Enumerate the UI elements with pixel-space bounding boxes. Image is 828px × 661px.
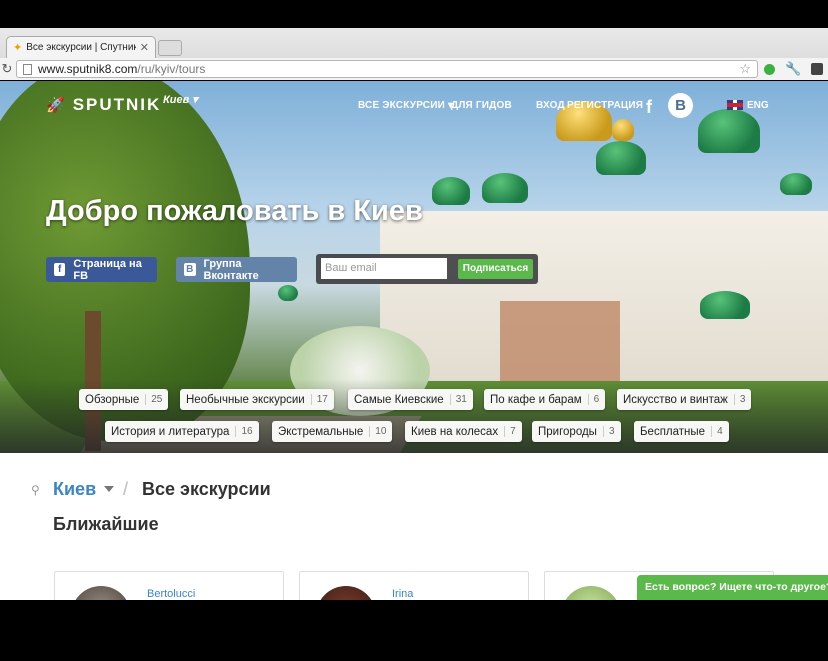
- new-tab-button[interactable]: [158, 40, 182, 56]
- vkontakte-icon: B: [184, 263, 196, 276]
- url-path: /ru/kyiv/tours: [137, 62, 206, 76]
- nav-login[interactable]: ВХОД: [536, 100, 565, 111]
- reload-icon[interactable]: ↻: [0, 61, 14, 77]
- category-label: Необычные экскурсии: [186, 393, 305, 406]
- vkontakte-icon[interactable]: B: [668, 93, 693, 118]
- category-label: Экстремальные: [278, 425, 364, 438]
- extension-green-icon[interactable]: [764, 63, 775, 75]
- rocket-icon: 🚀: [46, 97, 67, 114]
- breadcrumb-city[interactable]: Киев: [53, 479, 96, 500]
- green-dome: [700, 291, 750, 319]
- nav-for-guides[interactable]: ДЛЯ ГИДОВ: [451, 100, 512, 111]
- chevron-down-icon[interactable]: [104, 486, 114, 492]
- category-label: Бесплатные: [640, 425, 706, 438]
- tour-card[interactable]: Irina: [299, 571, 529, 600]
- green-dome: [482, 173, 528, 203]
- category-chip[interactable]: Бесплатные 4: [634, 421, 729, 442]
- hero-title: Добро пожаловать в Киев: [46, 195, 423, 227]
- guide-name[interactable]: Bertolucci: [147, 588, 195, 600]
- category-count: 4: [711, 426, 723, 437]
- page-icon: [23, 63, 32, 75]
- green-dome: [698, 109, 760, 153]
- nav-register[interactable]: РЕГИСТРАЦИЯ: [567, 100, 643, 111]
- guide-name[interactable]: Irina: [392, 588, 413, 600]
- browser-chrome: ✦ Все экскурсии | Спутник ✕ ↻ www.sputni…: [0, 28, 828, 80]
- wrench-icon[interactable]: 🔧: [785, 61, 801, 77]
- category-chip[interactable]: Искусство и винтаж 3: [617, 389, 752, 410]
- category-chip[interactable]: Самые Киевские 31: [348, 389, 473, 410]
- category-chip[interactable]: История и литература 16: [105, 421, 259, 442]
- category-count: 6: [587, 394, 599, 405]
- category-chip[interactable]: Обзорные 25: [79, 389, 169, 410]
- browser-toolbar: ↻ www.sputnik8.com /ru/kyiv/tours ☆ 🔧: [0, 58, 828, 80]
- category-label: История и литература: [111, 425, 230, 438]
- vkontakte-group-label: Группа Вконтакте: [203, 257, 259, 282]
- category-chip[interactable]: Экстремальные 10: [272, 421, 393, 442]
- category-count: 3: [733, 394, 745, 405]
- section-title: Ближайшие: [53, 514, 159, 534]
- category-label: Киев на колесах: [411, 425, 499, 438]
- gold-dome: [612, 119, 634, 141]
- sputnik-favicon-icon: ✦: [13, 42, 23, 54]
- url-host: www.sputnik8.com: [38, 62, 138, 76]
- address-bar[interactable]: www.sputnik8.com /ru/kyiv/tours ☆: [16, 60, 758, 78]
- category-label: Самые Киевские: [354, 393, 444, 406]
- city-selector[interactable]: Киев ▾: [163, 93, 198, 106]
- category-count: 31: [449, 394, 467, 405]
- category-count: 25: [145, 394, 162, 405]
- hero-banner: 🚀 SPUTNIK Киев ▾ ВСЕ ЭКСКУРСИИ ▾ ДЛЯ ГИД…: [0, 81, 828, 453]
- avatar: [316, 586, 376, 600]
- category-label: По кафе и барам: [490, 393, 582, 406]
- help-chat-tab[interactable]: Есть вопрос? Ищете что-то другое?: [637, 575, 828, 600]
- nav-all-tours[interactable]: ВСЕ ЭКСКУРСИИ ▾: [358, 100, 453, 111]
- language-switch[interactable]: ENG: [747, 100, 769, 111]
- close-tab-icon[interactable]: ✕: [140, 41, 149, 54]
- facebook-page-button[interactable]: f Страница на FB: [46, 257, 157, 282]
- facebook-icon[interactable]: f: [646, 97, 652, 118]
- category-label: Искусство и винтаж: [623, 393, 728, 406]
- subscribe-form: Ваш email Подписаться: [316, 254, 538, 284]
- category-label: Пригороды: [538, 425, 597, 438]
- category-count: 3: [602, 426, 615, 437]
- category-count: 16: [235, 426, 253, 437]
- green-dome: [278, 285, 298, 301]
- facebook-page-label: Страница на FB: [73, 257, 142, 282]
- avatar: [71, 586, 131, 600]
- category-count: 7: [504, 426, 516, 437]
- tab-title: Все экскурсии | Спутник: [26, 42, 136, 53]
- bookmark-star-icon[interactable]: ☆: [739, 61, 751, 77]
- extension-icons: 🔧: [764, 61, 824, 77]
- breadcrumb-separator: /: [123, 479, 129, 499]
- category-chip[interactable]: Пригороды 3: [532, 421, 621, 442]
- avatar: [561, 586, 621, 600]
- category-chip[interactable]: Необычные экскурсии 17: [180, 389, 334, 410]
- subscribe-button[interactable]: Подписаться: [458, 259, 533, 279]
- category-count: 17: [310, 394, 328, 405]
- green-dome: [780, 173, 812, 195]
- location-pin-icon: ⚲: [31, 483, 40, 497]
- browser-tab[interactable]: ✦ Все экскурсии | Спутник ✕: [6, 36, 156, 58]
- screenshot: ✦ Все экскурсии | Спутник ✕ ↻ www.sputni…: [0, 0, 828, 661]
- letterbox-bottom: [0, 600, 828, 661]
- green-dome: [432, 177, 470, 205]
- email-input[interactable]: Ваш email: [321, 258, 447, 279]
- extension-icon[interactable]: [811, 63, 824, 75]
- logo-text: SPUTNIK: [72, 95, 162, 114]
- tour-card[interactable]: Bertolucci: [54, 571, 284, 600]
- uk-flag-icon: [727, 100, 743, 110]
- category-chip[interactable]: По кафе и барам 6: [484, 389, 606, 410]
- category-count: 10: [369, 426, 386, 437]
- facebook-icon: f: [54, 263, 66, 276]
- site-logo[interactable]: 🚀 SPUTNIK: [46, 95, 161, 115]
- category-label: Обзорные: [85, 393, 140, 406]
- breadcrumb-current: Все экскурсии: [142, 479, 271, 499]
- vkontakte-group-button[interactable]: B Группа Вконтакте: [176, 257, 297, 282]
- category-chip[interactable]: Киев на колесах 7: [405, 421, 522, 442]
- green-dome: [596, 141, 646, 175]
